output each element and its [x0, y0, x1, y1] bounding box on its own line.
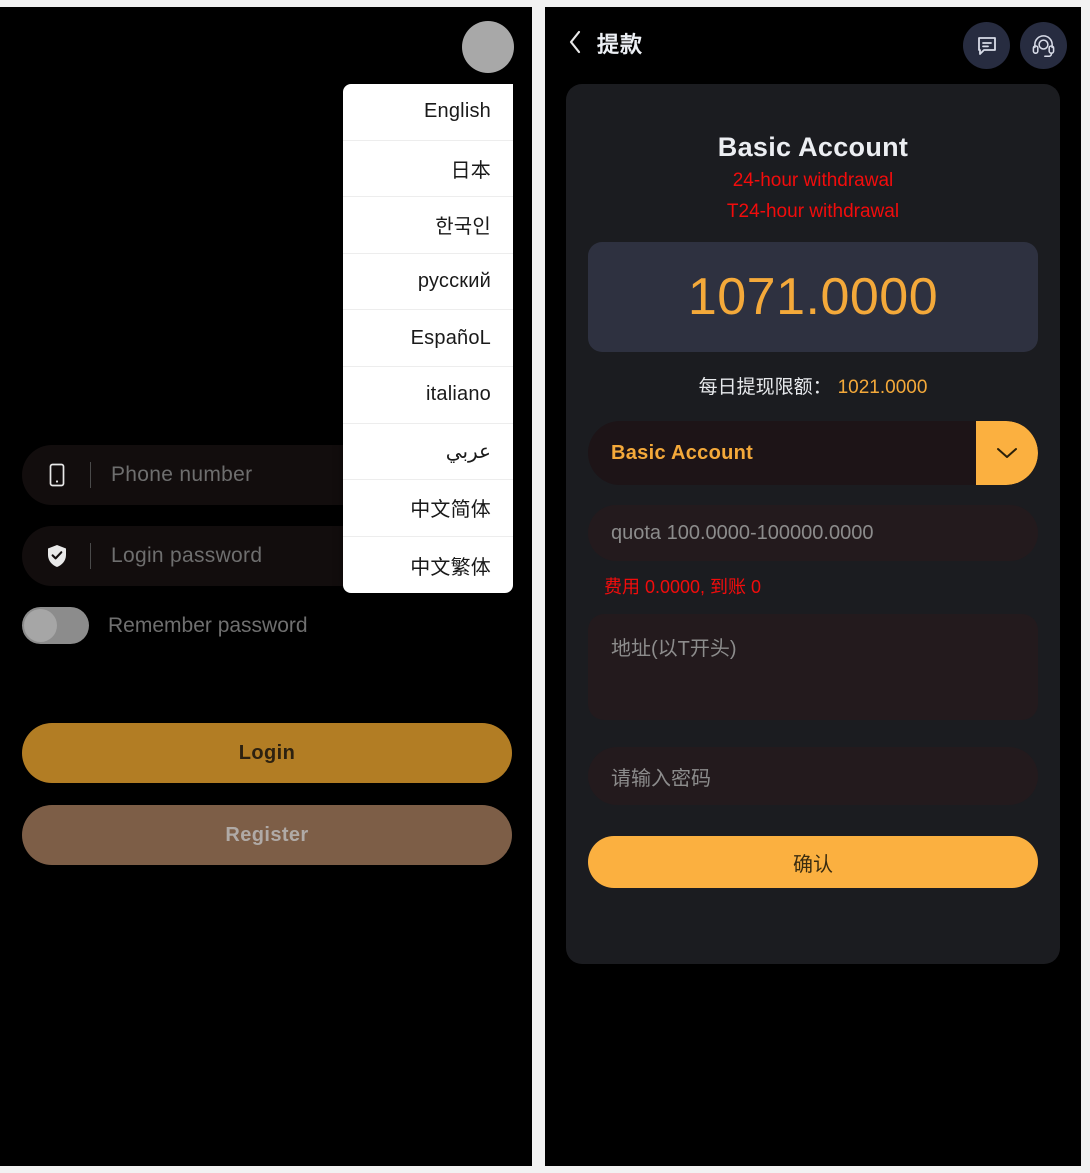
withdraw-password-input[interactable]: 请输入密码 [588, 747, 1038, 805]
withdrawal-card: Basic Account 24-hour withdrawal T24-hou… [566, 84, 1060, 964]
language-option[interactable]: 日本 [343, 141, 513, 198]
header-actions [963, 22, 1067, 69]
daily-limit-label: 每日提现限额： [698, 377, 832, 398]
fee-summary: 费用 0.0000, 到账 0 [604, 577, 762, 597]
toggle-knob [24, 609, 57, 642]
language-option[interactable]: 한국인 [343, 197, 513, 254]
language-option[interactable]: 中文繁体 [343, 537, 513, 594]
language-option-label: عربي [445, 440, 491, 463]
headset-support-icon[interactable] [1020, 22, 1067, 69]
chevron-left-icon[interactable] [564, 25, 586, 59]
language-option-label: 中文繁体 [410, 556, 491, 579]
login-button[interactable]: Login [22, 723, 512, 783]
language-option-label: русский [417, 270, 491, 293]
language-option[interactable]: عربي [343, 424, 513, 481]
withdrawal-note-2: T24-hour withdrawal [726, 201, 900, 222]
confirm-button[interactable]: 确认 [588, 836, 1038, 888]
language-option[interactable]: italiano [343, 367, 513, 424]
language-dropdown[interactable]: English 日本 한국인 русский EspañoL italiano … [343, 84, 513, 594]
language-option[interactable]: русский [343, 254, 513, 311]
chevron-down-icon[interactable] [976, 421, 1038, 485]
language-option-label: English [424, 100, 491, 123]
avatar-circle-icon[interactable] [462, 21, 514, 73]
account-select[interactable]: Basic Account [588, 421, 1038, 485]
amount-input[interactable]: quota 100.0000-100000.0000 [588, 505, 1038, 561]
withdrawal-panel: 提款 Basic Account 24-hour withdrawal T24-… [545, 7, 1081, 1166]
language-option-label: 한국인 [435, 216, 491, 239]
language-option[interactable]: EspañoL [343, 310, 513, 367]
amount-input-placeholder: quota 100.0000-100000.0000 [611, 521, 874, 544]
language-option-label: EspañoL [410, 326, 491, 349]
login-password-placeholder: Login password [111, 544, 263, 567]
daily-limit-value: 1021.0000 [837, 377, 928, 398]
withdraw-password-placeholder: 请输入密码 [611, 767, 711, 790]
remember-password-row: Remember password [22, 607, 512, 644]
balance-value: 1071.0000 [687, 268, 939, 326]
register-button[interactable]: Register [22, 805, 512, 865]
screenshot-root: English 日本 한국인 русский EspañoL italiano … [0, 0, 1090, 1173]
field-divider [90, 462, 91, 488]
remember-password-label: Remember password [108, 613, 308, 637]
language-option[interactable]: 中文简体 [343, 480, 513, 537]
chat-bubble-icon[interactable] [963, 22, 1010, 69]
language-option[interactable]: English [343, 84, 513, 141]
language-option-label: 中文简体 [410, 499, 491, 522]
language-option-label: 日本 [450, 159, 491, 182]
address-input-placeholder: 地址(以T开头) [611, 638, 737, 660]
shield-check-icon [44, 542, 70, 570]
withdrawal-note-1: 24-hour withdrawal [732, 170, 894, 191]
mobile-phone-icon [44, 461, 70, 489]
remember-password-toggle[interactable] [22, 607, 89, 644]
language-option-label: italiano [426, 383, 491, 406]
account-select-value: Basic Account [611, 441, 754, 464]
withdrawal-header: 提款 [545, 7, 1081, 79]
page-title: 提款 [597, 32, 644, 57]
balance-display: 1071.0000 [588, 242, 1038, 352]
phone-number-placeholder: Phone number [111, 463, 253, 486]
account-type-title: Basic Account [717, 132, 909, 162]
daily-limit-row: 每日提现限额： 1021.0000 [588, 372, 1038, 399]
login-panel: English 日本 한국인 русский EspañoL italiano … [0, 7, 532, 1166]
field-divider [90, 543, 91, 569]
address-input[interactable]: 地址(以T开头) [588, 614, 1038, 720]
